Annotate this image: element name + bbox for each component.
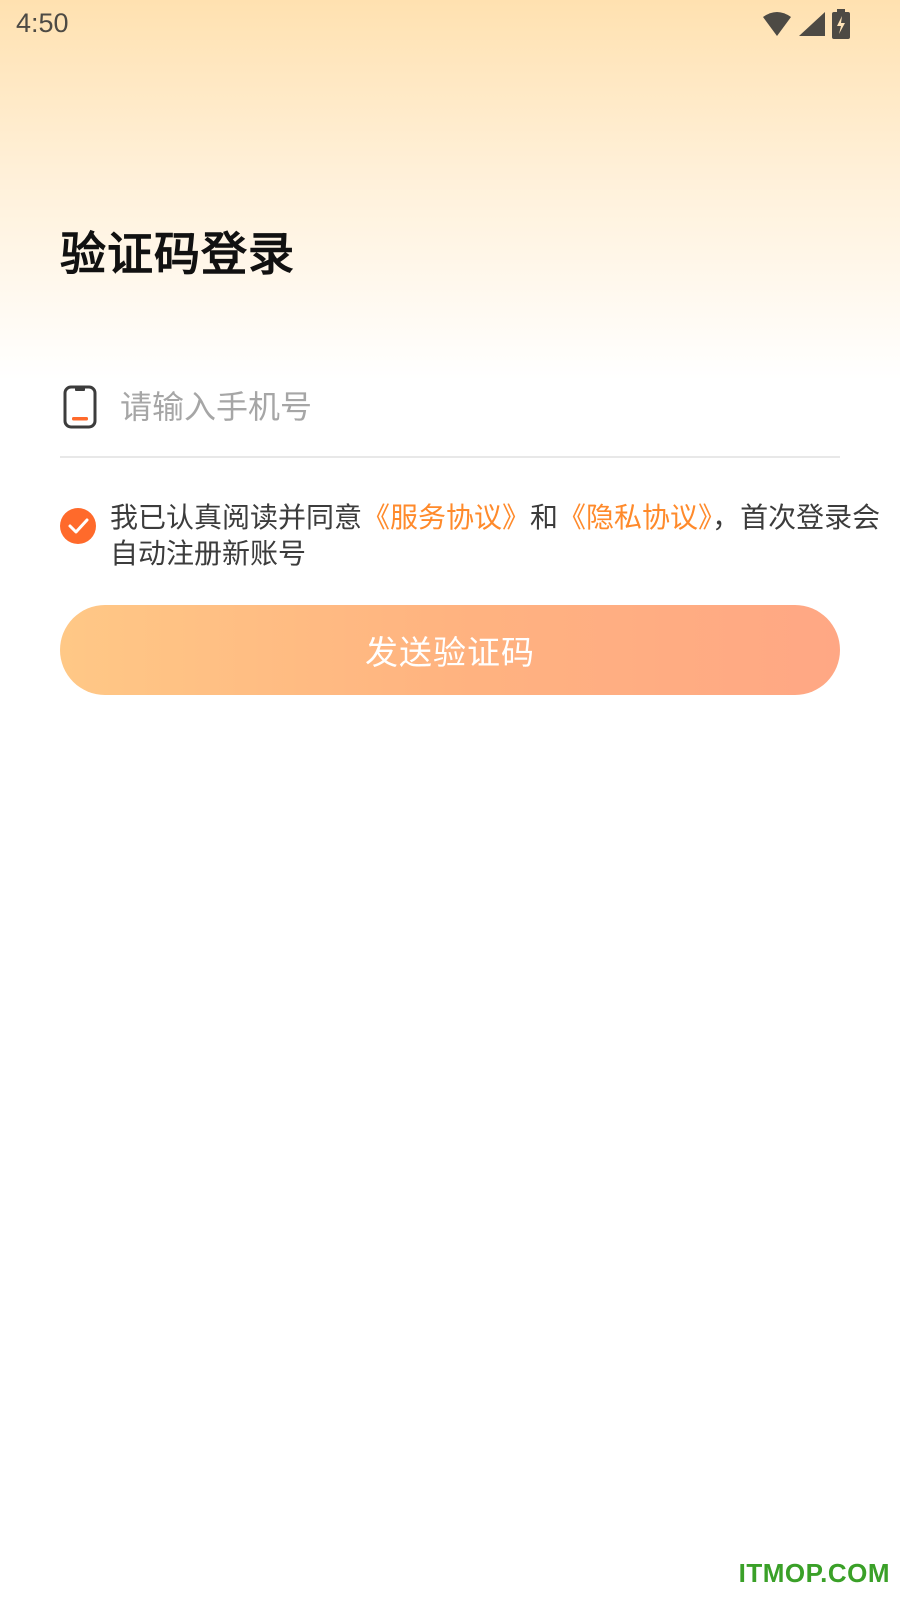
page-title: 验证码登录 <box>60 227 295 281</box>
phone-icon <box>63 385 97 429</box>
agreement-checkbox[interactable] <box>60 508 96 544</box>
battery-charging-icon <box>832 9 850 39</box>
privacy-agreement-link[interactable]: 《隐私协议》 <box>558 501 712 534</box>
status-icons <box>762 8 850 40</box>
phone-field-row <box>60 370 840 458</box>
send-code-button[interactable]: 发送验证码 <box>60 605 840 695</box>
check-icon <box>68 518 89 534</box>
status-time: 4:50 <box>16 8 69 38</box>
service-agreement-link[interactable]: 《服务协议》 <box>362 501 530 534</box>
wifi-icon <box>763 12 791 36</box>
header-background <box>0 0 900 380</box>
status-bar: 4:50 <box>0 0 900 50</box>
watermark: ITMOP.COM <box>738 1558 890 1588</box>
agreement-and-text: 和 <box>530 501 559 534</box>
agreement-text-before: 我已认真阅读并同意 <box>110 501 363 534</box>
send-code-button-label: 发送验证码 <box>365 633 535 672</box>
phone-input[interactable] <box>120 380 820 434</box>
signal-icon <box>799 12 825 36</box>
agreement-text: 我已认真阅读并同意《服务协议》和《隐私协议》，首次登录会自动注册新账号 <box>110 500 900 572</box>
